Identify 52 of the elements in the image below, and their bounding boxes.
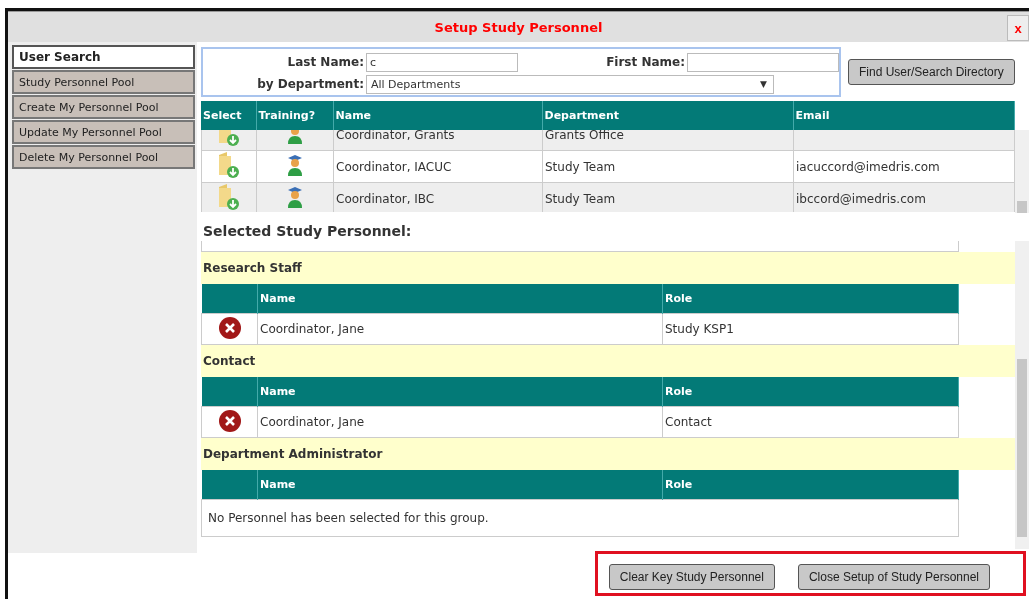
column-header: Training?	[256, 101, 333, 130]
remove-icon[interactable]	[217, 408, 242, 433]
department-dropdown[interactable]: All Departments ▼	[365, 74, 774, 94]
group-heading: Contact	[201, 345, 1015, 377]
column-header: Name	[257, 284, 663, 314]
table-cell: iacuccord@imedris.com	[796, 159, 940, 174]
first-name-field[interactable]	[687, 52, 839, 72]
field-label: by Department:	[256, 77, 364, 91]
empty-message: No Personnel has been selected for this group.	[207, 511, 490, 525]
column-header: Role	[662, 284, 959, 314]
column-header: Role	[662, 377, 959, 407]
table-cell: Study KSP1	[662, 313, 959, 345]
group-heading: Research Staff	[201, 252, 1015, 284]
table-cell: ibccord@imedris.com	[796, 191, 926, 206]
window-title: Setup Study Personnel	[434, 19, 603, 35]
column-header: Department	[542, 101, 793, 130]
table-cell: Coordinator, Grants	[333, 130, 543, 151]
action-button[interactable]: Clear Key Study Personnel	[608, 564, 775, 590]
column-header: Email	[793, 101, 1015, 130]
column-header: Name	[257, 377, 663, 407]
column-header: Role	[662, 470, 959, 500]
folder-add-icon[interactable]	[217, 151, 241, 179]
table-cell: Contact	[662, 406, 959, 438]
find-user-button[interactable]: Find User/Search Directory	[848, 59, 1015, 85]
action-button[interactable]: Close Setup of Study Personnel	[797, 564, 990, 590]
table-cell: Coordinator, Jane	[257, 313, 663, 345]
table-cell: Study Team	[542, 182, 794, 212]
column-header: Name	[257, 470, 663, 500]
scrollbar[interactable]	[1015, 241, 1029, 549]
column-header: Select	[201, 101, 256, 130]
sidebar-item[interactable]: Study Personnel Pool	[12, 70, 195, 94]
table-cell: Coordinator, Jane	[257, 406, 663, 438]
last-name-field[interactable]: c	[365, 52, 518, 72]
dropdown-arrow-icon: ▼	[760, 79, 767, 89]
sidebar-item[interactable]: Create My Personnel Pool	[12, 95, 195, 119]
sidebar-item[interactable]: User Search	[12, 45, 195, 69]
scrollbar[interactable]	[1015, 130, 1029, 213]
table-cell: Grants Office	[542, 130, 794, 151]
sidebar-item[interactable]: Update My Personnel Pool	[12, 120, 195, 144]
group-heading: Department Administrator	[201, 438, 1015, 470]
column-header: Name	[333, 101, 542, 130]
section-heading: Selected Study Personnel:	[203, 223, 413, 239]
table-cell: Coordinator, IBC	[333, 182, 543, 212]
sidebar-item[interactable]: Delete My Personnel Pool	[12, 145, 195, 169]
table-cell: Coordinator, IACUC	[333, 150, 543, 183]
field-label: First Name:	[605, 55, 685, 69]
remove-icon[interactable]	[217, 315, 242, 340]
graduate-person-icon	[286, 185, 304, 209]
table-cell: Study Team	[542, 150, 794, 183]
field-label: Last Name:	[286, 55, 364, 69]
graduate-person-icon	[286, 153, 304, 177]
folder-add-icon[interactable]	[217, 183, 241, 211]
